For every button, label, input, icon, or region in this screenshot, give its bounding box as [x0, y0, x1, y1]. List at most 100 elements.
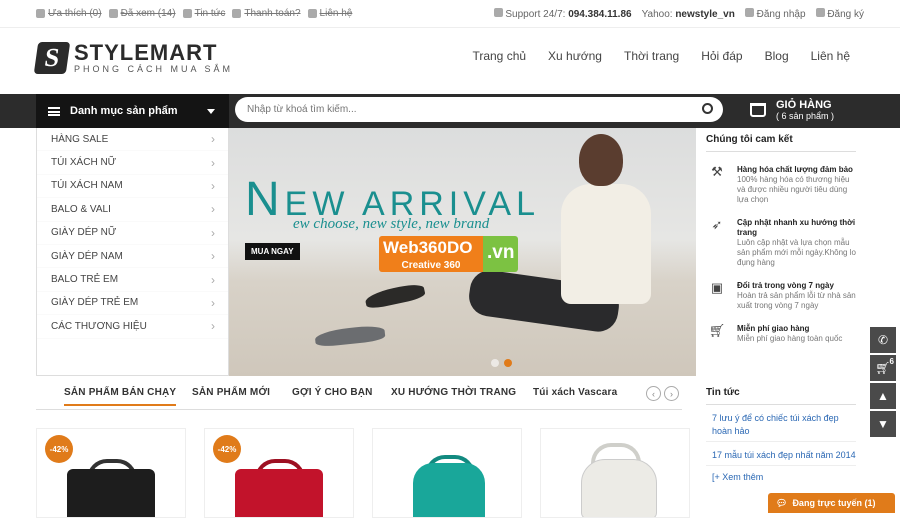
product-card[interactable]: -42% [204, 428, 354, 518]
category-item[interactable]: TÚI XÁCH NỮ › [37, 151, 228, 175]
phone-icon[interactable]: ✆ [870, 327, 896, 353]
chevron-right-icon: › [211, 178, 215, 193]
float-cart-count: 6 [889, 357, 894, 366]
category-item[interactable]: CÁC THƯƠNG HIỆU › [37, 315, 228, 339]
product-image [67, 469, 155, 517]
rocket-icon: ➶ [711, 217, 723, 232]
news-link[interactable]: Tin tức [182, 8, 225, 19]
logo-name: STYLEMART [74, 40, 218, 65]
logo[interactable]: S STYLEMART PHONG CÁCH MUA SẮM [33, 40, 234, 74]
tab-suggestions[interactable]: GỢI Ý CHO BẠN [292, 387, 373, 398]
login-link[interactable]: Đăng nhập [744, 8, 806, 20]
news-item[interactable]: 17 mẫu túi xách đẹp nhất năm 2014 [706, 442, 856, 466]
key-icon [815, 8, 825, 17]
buy-now-button[interactable]: MUA NGAY [245, 243, 300, 260]
contact-link[interactable]: Liên hệ [307, 8, 352, 19]
hammer-icon: ⚒ [711, 164, 723, 179]
product-image [413, 463, 485, 517]
support-info: Support 24/7: 094.384.11.86 [493, 8, 632, 20]
wishlist-link[interactable]: Ưa thích (0) [36, 8, 102, 19]
floating-toolbar: ✆ 🛒︎ 6 ▲ ▼ [870, 327, 896, 437]
news-item[interactable]: 7 lưu ý để có chiếc túi xách đẹp hoàn hả… [706, 405, 856, 442]
money-icon: ▣ [710, 280, 724, 295]
chevron-right-icon: › [211, 319, 215, 334]
discount-badge: -42% [213, 435, 241, 463]
header: S STYLEMART PHONG CÁCH MUA SẮM Trang chủ… [0, 28, 900, 94]
product-card[interactable]: -42% [36, 428, 186, 518]
register-link[interactable]: Đăng ký [815, 8, 864, 20]
product-card[interactable] [540, 428, 690, 518]
menu-icon [48, 106, 60, 116]
commitment-item: 🛒︎ Miễn phí giao hàng Miễn phí giao hàng … [706, 323, 856, 344]
slider-dot-active[interactable] [504, 359, 512, 367]
news-more-link[interactable]: [+ Xem thêm [706, 466, 856, 482]
viewed-link[interactable]: Đã xem (14) [108, 8, 176, 19]
category-item[interactable]: GIÀY DÉP NỮ › [37, 222, 228, 245]
discount-badge: -42% [45, 435, 73, 463]
top-bar: Ưa thích (0) Đã xem (14) Tin tức Thanh t… [0, 0, 900, 28]
cart-icon [750, 103, 766, 117]
chevron-right-icon: › [211, 155, 215, 170]
nav-faq[interactable]: Hỏi đáp [701, 49, 742, 63]
nav-blog[interactable]: Blog [765, 49, 789, 63]
banner-shoe-image [363, 281, 427, 311]
caret-down-icon [207, 109, 215, 114]
scroll-down-icon[interactable]: ▼ [870, 411, 896, 437]
product-card[interactable] [372, 428, 522, 518]
live-chat-button[interactable]: 💬︎ Đang trực tuyến (1) [768, 493, 895, 513]
scroll-up-icon[interactable]: ▲ [870, 383, 896, 409]
tab-best-sellers[interactable]: SẢN PHẨM BÁN CHẠY [64, 387, 177, 406]
commitment-title: Chúng tôi cam kết [706, 134, 856, 152]
chevron-right-icon: › [211, 225, 215, 240]
category-item[interactable]: BALO TRẺ EM › [37, 268, 228, 292]
category-item[interactable]: TÚI XÁCH NAM › [37, 175, 228, 199]
chevron-right-icon: › [211, 249, 215, 264]
slider-dots [491, 359, 512, 367]
search-icon[interactable] [702, 103, 713, 114]
product-image [235, 469, 323, 517]
chevron-right-icon: › [211, 272, 215, 287]
search-input[interactable] [235, 97, 675, 122]
headset-icon [493, 8, 503, 17]
top-right: Support 24/7: 094.384.11.86 Yahoo: newst… [493, 8, 864, 20]
search-box [235, 97, 723, 122]
slider-dot[interactable] [491, 359, 499, 367]
checkout-link[interactable]: Thanh toán? [232, 8, 301, 19]
float-cart-button[interactable]: 🛒︎ 6 [870, 355, 896, 381]
commitment-item: ▣ Đổi trả trong vòng 7 ngày Hoàn trả sản … [706, 280, 856, 311]
commitment-item: ⚒ Hàng hóa chất lượng đảm bảo 100% hàng h… [706, 164, 856, 205]
nav-fashion[interactable]: Thời trang [624, 49, 679, 63]
support-phone: 094.384.11.86 [568, 9, 632, 20]
refresh-icon [307, 9, 317, 18]
chevron-right-icon: › [211, 295, 215, 310]
category-item[interactable]: GIÀY DÉP NAM › [37, 245, 228, 269]
nav-contact[interactable]: Liên hệ [811, 49, 850, 63]
cart-icon: 🛒︎ [875, 361, 891, 375]
commitment-item: ➶ Cập nhật nhanh xu hướng thời trang Luôn… [706, 217, 856, 268]
category-item[interactable]: GIÀY DÉP TRẺ EM › [37, 292, 228, 316]
product-image [581, 459, 657, 517]
tab-arrows: ‹ › [646, 386, 679, 401]
cart-title: GIỎ HÀNG [776, 99, 832, 111]
category-item[interactable]: HÀNG SALE › [37, 128, 228, 152]
arrow-right-icon[interactable]: › [664, 386, 679, 401]
nav-home[interactable]: Trang chủ [472, 49, 526, 63]
cart-button[interactable]: GIỎ HÀNG ( 6 sản phẩm ) [750, 99, 834, 121]
hero-banner[interactable]: NEW ARRIVAL ew choose, new style, new br… [229, 128, 696, 376]
heart-icon [36, 9, 45, 18]
logo-slogan: PHONG CÁCH MUA SẮM [74, 64, 234, 74]
tab-vascara-bags[interactable]: Túi xách Vascara [533, 387, 617, 398]
check-icon [232, 9, 242, 18]
banner-subline: ew choose, new style, new brand [293, 216, 490, 232]
category-menu-button[interactable]: Danh mục sản phẩm [36, 94, 229, 128]
news-panel: Tin tức 7 lưu ý để có chiếc túi xách đẹp… [706, 387, 856, 482]
tab-fashion-trends[interactable]: XU HƯỚNG THỜI TRANG [391, 387, 516, 398]
top-links: Ưa thích (0) Đã xem (14) Tin tức Thanh t… [36, 8, 352, 19]
nav-trends[interactable]: Xu hướng [548, 49, 602, 63]
yahoo-id: newstyle_vn [675, 8, 735, 20]
tab-new-products[interactable]: SẢN PHẨM MỚI [192, 387, 270, 398]
news-title: Tin tức [706, 387, 856, 405]
arrow-left-icon[interactable]: ‹ [646, 386, 661, 401]
banner-shoe-image [314, 324, 386, 348]
category-item[interactable]: BALO & VALI › [37, 198, 228, 222]
